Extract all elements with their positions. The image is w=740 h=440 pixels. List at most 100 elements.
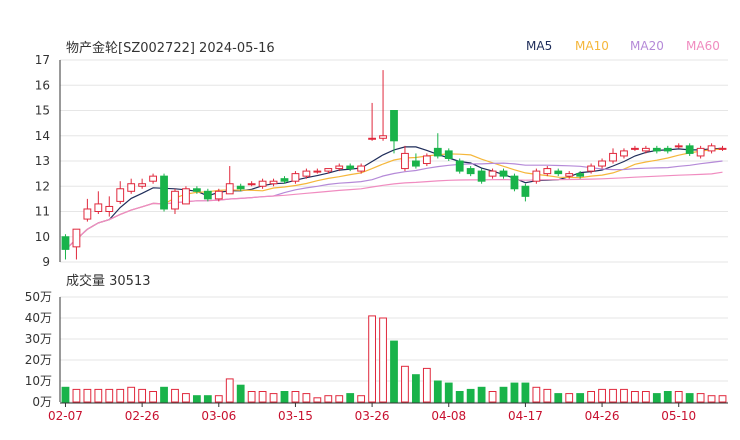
candle-body <box>291 173 300 182</box>
candle <box>346 163 355 172</box>
candle-body <box>488 170 497 177</box>
candle-body <box>247 183 256 186</box>
volume-title: 成交量 30513 <box>66 273 151 289</box>
price-tick-label: 13 <box>35 154 50 168</box>
legend-ma20: MA20 <box>630 39 664 53</box>
volume-bar <box>335 395 344 403</box>
volume-bar <box>247 391 256 403</box>
candle-body <box>138 183 147 187</box>
candle <box>171 188 179 215</box>
volume-bar <box>368 315 376 403</box>
volume-bar <box>565 393 574 403</box>
candle-body <box>609 152 617 162</box>
candle-body <box>444 150 453 159</box>
candle <box>477 168 486 184</box>
volume-bar <box>302 393 311 403</box>
volume-tick-label: 40万 <box>25 311 52 325</box>
price-tick-label: 15 <box>35 104 50 118</box>
candle <box>127 178 136 194</box>
candle <box>269 178 278 187</box>
candle-body <box>346 165 355 170</box>
candle-body <box>390 110 398 142</box>
candle <box>696 145 705 159</box>
date-tick-label: 02-26 <box>125 409 160 423</box>
volume-tick-label: 20万 <box>25 353 52 367</box>
candle <box>160 173 168 212</box>
price-tick-label: 12 <box>35 179 50 193</box>
price-tick-label: 17 <box>35 53 50 67</box>
price-tick-label: 16 <box>35 78 50 92</box>
candle-body <box>269 180 278 185</box>
volume-bar <box>61 386 70 403</box>
candle-body <box>510 175 519 190</box>
date-tick-label: 04-17 <box>508 409 543 423</box>
candle-body <box>192 188 201 192</box>
candle-body <box>707 145 716 152</box>
candle <box>631 145 639 151</box>
volume-bar <box>532 386 541 403</box>
volume-bar <box>620 388 628 403</box>
volume-bar <box>696 393 705 403</box>
candle-body <box>718 147 727 150</box>
candle-body <box>641 147 650 152</box>
volume-bar <box>214 395 223 403</box>
candle <box>707 143 716 154</box>
candle <box>149 173 157 184</box>
chart-title: 物产金轮[SZ002722] 2024-05-16 <box>66 40 275 56</box>
candle <box>61 234 70 260</box>
volume-bar <box>138 388 147 403</box>
volume-bar <box>718 395 727 403</box>
candle <box>368 102 376 141</box>
volume-bar <box>280 391 289 403</box>
candle <box>116 181 125 204</box>
volume-bar <box>313 397 322 403</box>
volume-bar <box>291 391 300 403</box>
candle-body <box>258 180 267 187</box>
ma-legend: MA5 MA10 MA20 MA60 <box>526 39 720 53</box>
volume-bar <box>192 395 201 403</box>
candle-body <box>280 178 289 182</box>
volume-bar <box>554 393 563 403</box>
candle-body <box>631 147 639 150</box>
volume-bar <box>182 393 190 403</box>
candle-body <box>379 135 387 139</box>
candle-body <box>674 145 683 148</box>
price-grid <box>60 59 728 263</box>
legend-ma10: MA10 <box>575 39 609 53</box>
legend-ma5: MA5 <box>526 39 552 53</box>
candle <box>466 166 475 177</box>
candle <box>247 181 256 187</box>
candle-body <box>652 147 661 152</box>
candle <box>83 198 92 222</box>
candle <box>532 168 541 184</box>
candle <box>620 148 628 159</box>
candle <box>674 143 683 149</box>
volume-bar <box>422 367 431 403</box>
candle-body <box>554 170 563 175</box>
date-tick-label: 04-08 <box>431 409 466 423</box>
volume-bar <box>258 391 267 403</box>
volume-bar <box>390 340 398 403</box>
price-tick-label: 14 <box>35 129 50 143</box>
candle-body <box>203 190 212 200</box>
candle <box>258 178 267 189</box>
candle-body <box>422 155 431 165</box>
volume-bar <box>116 388 125 403</box>
candle <box>291 171 300 184</box>
volume-tick-label: 10万 <box>25 374 52 388</box>
candle-body <box>696 147 705 157</box>
volume-bar <box>269 393 278 403</box>
volume-bar <box>499 386 508 403</box>
volume-tick-label: 0万 <box>32 395 52 409</box>
candle <box>412 153 420 169</box>
candle-body <box>685 145 694 154</box>
date-tick-label: 03-15 <box>278 409 313 423</box>
candle <box>72 228 81 260</box>
volume-bar <box>401 365 409 403</box>
volume-bar <box>488 391 497 403</box>
candle-body <box>620 150 628 157</box>
candle <box>313 168 322 174</box>
date-tick-label: 03-26 <box>355 409 390 423</box>
volume-bar <box>357 395 366 403</box>
volume-tick-label: 50万 <box>25 290 52 304</box>
